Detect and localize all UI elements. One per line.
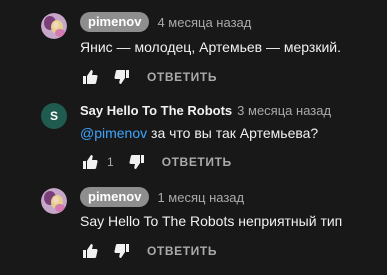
reply-button[interactable]: ОТВЕТИТЬ: [147, 70, 217, 84]
like-count: 1: [107, 155, 114, 169]
avatar[interactable]: S: [41, 103, 67, 129]
reply-button[interactable]: ОТВЕТИТЬ: [147, 244, 217, 258]
comment-time[interactable]: 4 месяца назад: [157, 15, 251, 30]
mention-link[interactable]: @pimenov: [80, 125, 147, 141]
comment-actions: ОТВЕТИТЬ: [80, 67, 217, 87]
author-name[interactable]: pimenov: [80, 187, 150, 207]
thumbs-up-icon[interactable]: [82, 154, 98, 170]
comment-time[interactable]: 1 месяц назад: [157, 190, 244, 205]
comment-time[interactable]: 3 месяца назад: [237, 103, 331, 118]
author-name[interactable]: pimenov: [80, 12, 150, 32]
comment-actions: ОТВЕТИТЬ: [80, 241, 217, 261]
comment-text: @pimenov за что вы так Артемьева?: [80, 125, 318, 141]
comment-header: pimenov 4 месяца назад: [80, 11, 251, 33]
author-name[interactable]: Say Hello To The Robots: [80, 103, 232, 118]
avatar-image-icon: [41, 13, 67, 39]
comment-actions: 1 ОТВЕТИТЬ: [80, 152, 232, 172]
comment-header: pimenov 1 месяц назад: [80, 186, 244, 208]
thumbs-down-icon[interactable]: [129, 154, 145, 170]
thumbs-down-icon[interactable]: [114, 243, 130, 259]
comment-text: Янис — молодец, Артемьев — мерзкий.: [80, 39, 341, 55]
thumbs-up-icon[interactable]: [82, 243, 98, 259]
reply-button[interactable]: ОТВЕТИТЬ: [162, 155, 232, 169]
comment-header: Say Hello To The Robots 3 месяца назад: [80, 99, 331, 121]
avatar[interactable]: [41, 188, 67, 214]
avatar[interactable]: [41, 13, 67, 39]
avatar-image-icon: [41, 188, 67, 214]
comment-text: Say Hello To The Robots неприятный тип: [80, 213, 343, 229]
comment-text-body: за что вы так Артемьева?: [147, 125, 319, 141]
thumbs-up-icon[interactable]: [82, 69, 98, 85]
thumbs-down-icon[interactable]: [114, 69, 130, 85]
